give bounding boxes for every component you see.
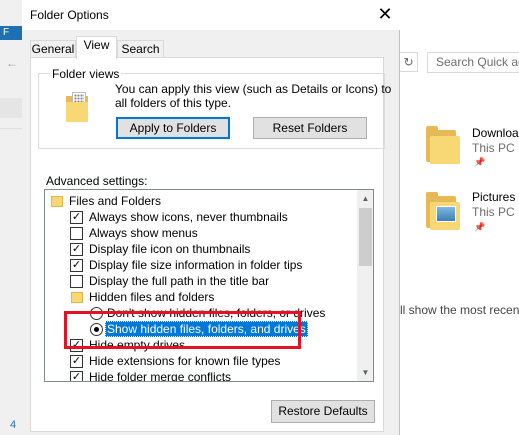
advanced-settings-tree[interactable]: Files and Folders ✓ Always show icons, n…: [44, 189, 374, 382]
scroll-up-icon[interactable]: ▲: [357, 190, 373, 207]
option-label[interactable]: Display file size information in folder …: [89, 257, 302, 273]
checkbox[interactable]: ✓: [70, 259, 83, 272]
tree-option[interactable]: ✓ Hide folder merge conflicts: [45, 369, 357, 381]
folder-views-description: You can apply this view (such as Details…: [115, 82, 392, 96]
checkbox[interactable]: ✓: [70, 355, 83, 368]
folder-views-icon: [66, 92, 88, 122]
reset-folders-button[interactable]: Reset Folders: [253, 117, 367, 139]
recent-files-hint: ll show the most recen: [400, 303, 519, 317]
explorer-ribbon-file-tab[interactable]: F: [0, 26, 22, 40]
tree-option[interactable]: ✓ Display file size information in folde…: [45, 257, 357, 273]
tree-option[interactable]: Display the full path in the title bar: [45, 273, 357, 289]
quick-access-item-location: This PC: [472, 141, 515, 155]
pin-icon: 📌: [474, 222, 486, 232]
apply-to-folders-button[interactable]: Apply to Folders: [116, 117, 230, 139]
quick-access-item-location: This PC: [472, 205, 515, 219]
option-label[interactable]: Hide folder merge conflicts: [89, 369, 231, 381]
advanced-settings-label: Advanced settings:: [46, 174, 148, 188]
tab-view[interactable]: View: [76, 36, 117, 59]
folder-icon: [71, 292, 83, 303]
checkbox[interactable]: ✓: [70, 211, 83, 224]
restore-defaults-button[interactable]: Restore Defaults: [271, 400, 375, 423]
checkbox[interactable]: ✓: [70, 371, 83, 381]
folder-views-description-2: all folders of this type.: [115, 96, 232, 110]
explorer-nav-divider: [0, 128, 22, 129]
checkbox[interactable]: [70, 275, 83, 288]
dialog-title: Folder Options: [30, 8, 109, 22]
tree-option[interactable]: ✓ Hide extensions for known file types: [45, 353, 357, 369]
tab-search[interactable]: Search: [117, 40, 164, 58]
quick-access-item-name[interactable]: Downloa: [472, 126, 519, 140]
option-label[interactable]: Hide extensions for known file types: [89, 353, 280, 369]
folder-icon: [51, 196, 63, 207]
checkbox[interactable]: [70, 227, 83, 240]
checkbox[interactable]: ✓: [70, 243, 83, 256]
option-label[interactable]: Always show icons, never thumbnails: [89, 209, 288, 225]
back-arrow-icon[interactable]: ←: [6, 56, 18, 70]
tree-subcategory-label: Hidden files and folders: [89, 290, 215, 304]
tree-option[interactable]: ✓ Always show icons, never thumbnails: [45, 209, 357, 225]
explorer-nav-selected[interactable]: [0, 98, 22, 118]
scroll-down-icon[interactable]: ▼: [357, 364, 373, 381]
tree-option[interactable]: ✓ Display file icon on thumbnails: [45, 241, 357, 257]
pictures-folder-icon[interactable]: [426, 190, 466, 232]
tab-general[interactable]: General: [30, 40, 76, 58]
highlight-annotation-box: [64, 311, 301, 349]
tree-option[interactable]: Always show menus: [45, 225, 357, 241]
option-label[interactable]: Display the full path in the title bar: [89, 273, 269, 289]
tree-category-label: Files and Folders: [69, 194, 162, 208]
tree-subcategory: Hidden files and folders: [45, 289, 357, 305]
title-bar: Folder Options ✕: [22, 0, 400, 30]
search-input[interactable]: Search Quick ac: [427, 52, 519, 73]
option-label[interactable]: Display file icon on thumbnails: [89, 241, 250, 257]
explorer-item-count: 4: [10, 419, 17, 431]
pin-icon: 📌: [474, 157, 486, 167]
option-label[interactable]: Always show menus: [89, 225, 198, 241]
close-icon[interactable]: ✕: [372, 2, 398, 26]
downloads-folder-icon[interactable]: [426, 124, 466, 166]
refresh-icon[interactable]: ↻: [400, 52, 418, 72]
quick-access-item-name[interactable]: Pictures: [472, 190, 515, 204]
tree-category: Files and Folders: [45, 193, 357, 209]
scroll-thumb[interactable]: [359, 208, 372, 266]
vertical-scrollbar[interactable]: ▲ ▼: [357, 190, 373, 381]
folder-views-label: Folder views: [50, 67, 122, 81]
folder-options-dialog: Folder Options ✕ General View Search Fol…: [22, 0, 400, 435]
